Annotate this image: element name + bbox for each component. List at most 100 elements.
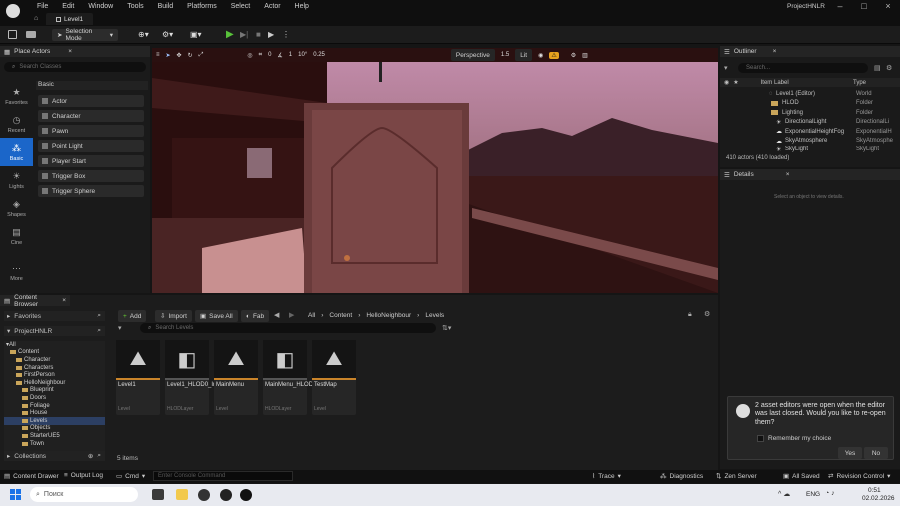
rotate-tool-icon[interactable]: ↻ [188,52,193,59]
lit-button[interactable]: Lit [515,49,533,61]
tree-item-objects[interactable]: Objects [4,425,105,433]
outliner-row[interactable]: ☀ DirectionalLight DirectionalLi [722,118,898,128]
diagnostics-button[interactable]: ⁂ Diagnostics [660,472,703,481]
clock-time[interactable]: 0:51 [868,487,881,494]
yes-button[interactable]: Yes [838,447,862,459]
category-favorites[interactable]: ★ Favorites [0,82,33,110]
menu-file[interactable]: File [30,2,55,12]
menu-platforms[interactable]: Platforms [180,2,224,12]
outliner-row[interactable]: ☁ SkyAtmosphere SkyAtmosphe [722,137,898,147]
revision-control-button[interactable]: ⇄ Revision Control ▾ [828,472,890,481]
play-button[interactable]: ▶ [226,29,234,40]
taskview-icon[interactable] [152,489,164,500]
save-icon[interactable] [8,30,17,39]
outliner-search[interactable]: Search... [738,63,868,73]
tree-item-characters[interactable]: Characters [4,364,105,372]
grid-size-value[interactable]: 1 [289,52,292,58]
grid-snap-value[interactable]: 0 [268,52,271,58]
outliner-col-label[interactable]: Item Label [761,80,789,86]
viewport-settings-icon[interactable]: ⚙ [571,52,576,59]
levels-search[interactable]: ⌕ Search Levels [140,323,436,333]
obs-icon[interactable] [198,489,210,501]
content-drawer-button[interactable]: ▤ Content Drawer [4,472,59,481]
home-icon[interactable]: ⌂ [34,15,38,22]
tree-item-town[interactable]: Town [4,440,105,448]
perspective-button[interactable]: Perspective [450,49,495,61]
fab-button[interactable]: ◐ Fab [241,310,270,322]
close-button[interactable]: × [876,0,900,12]
minimize-button[interactable]: – [828,0,852,12]
more-options-icon[interactable]: ⋮ [282,30,290,39]
actor-item-point-light[interactable]: Point Light [38,140,144,152]
cinematics-icon[interactable]: ▣▾ [190,30,202,39]
outliner-row[interactable]: ☀ SkyLight SkyLight [722,146,898,152]
rotation-snap-icon[interactable]: ∡ [277,52,282,59]
remember-checkbox[interactable] [757,435,764,442]
menu-help[interactable]: Help [288,2,316,12]
realtime-icon[interactable]: ⚠ [549,51,559,59]
place-actors-search[interactable]: ⌕ Search Classes [4,62,146,72]
history-back-icon[interactable]: ◀ [274,311,279,319]
surface-snap-icon[interactable]: ⌗ [259,52,262,59]
windows-start-icon[interactable] [10,489,21,500]
lock-icon[interactable]: 🔒︎ [688,311,692,319]
folder-icon[interactable] [26,31,36,38]
move-tool-icon[interactable]: ✥ [177,52,182,59]
search-icon[interactable]: ⌕ [97,327,101,335]
add-folder-icon[interactable]: ▤ [874,64,881,72]
network-icon[interactable]: ◔ ♪ [825,490,835,497]
asset-tile[interactable]: ⛰ Level1 Level [116,340,160,415]
category-more[interactable]: ⋯ More [0,258,33,286]
outliner-row[interactable]: ☁ ExponentialHeightFog ExponentialH [722,127,898,137]
angle-snap-value[interactable]: 10° [298,52,307,58]
menu-actor[interactable]: Actor [257,2,287,12]
filter-icon[interactable]: ▾ [724,64,728,72]
level-tab[interactable]: Level1 [46,13,94,25]
tree-item-blueprint[interactable]: Blueprint [4,387,105,395]
breadcrumb-item[interactable]: Levels [425,312,444,319]
language-indicator[interactable]: ENG [806,491,820,498]
cb-settings-icon[interactable]: ⚙ [704,310,710,318]
actor-item-pawn[interactable]: Pawn [38,125,144,137]
breadcrumb-item[interactable]: All [308,312,315,319]
unreal-taskbar-icon[interactable] [220,489,232,501]
stop-button[interactable]: ■ [256,30,261,39]
tray-icons[interactable]: ^ ☁ [778,490,790,498]
category-recent[interactable]: ◷ Recent [0,110,33,138]
outliner-row[interactable]: HLOD Folder [722,99,898,109]
no-button[interactable]: No [864,447,888,459]
remember-choice[interactable]: Remember my choice [757,435,831,442]
select-tool-icon[interactable]: ➤ [166,52,171,59]
blueprint-icon[interactable]: ⚙▾ [162,30,173,39]
taskbar-search[interactable]: ⌕ Поиск [30,487,138,502]
actor-item-actor[interactable]: Actor [38,95,144,107]
layout-icon[interactable]: ▥ [582,52,588,59]
close-tab-icon[interactable]: × [68,48,72,55]
breadcrumb-item[interactable]: HelloNeighbour [366,312,411,319]
breadcrumb-item[interactable]: Content [329,312,352,319]
collections-section[interactable]: ▸ Collections ⊕ ⌕ [4,451,105,461]
tree-item-firstperson[interactable]: FirstPerson [4,371,105,379]
project-section[interactable]: ▾ ProjectHNLR ⌕ [4,326,105,336]
scale-snap-value[interactable]: 0.25 [313,52,325,58]
eject-button[interactable]: ▶ [268,30,274,39]
menu-edit[interactable]: Edit [55,2,81,12]
outliner-row[interactable]: ◌ Level1 (Editor) World [722,89,898,99]
cmd-dropdown[interactable]: ▭ Cmd ▾ [116,472,145,481]
category-lights[interactable]: ☀ Lights [0,166,33,194]
tree-item-doors[interactable]: Doors [4,394,105,402]
save-all-button[interactable]: ▣ Save All [195,310,238,322]
tree-item-house[interactable]: House [4,409,105,417]
explorer-icon[interactable] [176,489,188,500]
all-saved-button[interactable]: ▣ All Saved [783,472,820,481]
sort-icon[interactable]: ⇅▾ [442,324,451,332]
close-tab-icon[interactable]: × [62,297,66,304]
menu-tools[interactable]: Tools [120,2,150,12]
asset-tile[interactable]: ◧ Level1_HLOD0_Instancing HLODLayer [165,340,239,415]
import-button[interactable]: ⇩ Import [155,310,192,322]
asset-tile[interactable]: ⛰ MainMenu Level [214,340,258,415]
filter-icon[interactable]: ▾ [118,324,122,332]
play-step-button[interactable]: ▶| [240,30,248,39]
menu-select[interactable]: Select [224,2,257,12]
maximize-button[interactable]: □ [852,0,876,12]
